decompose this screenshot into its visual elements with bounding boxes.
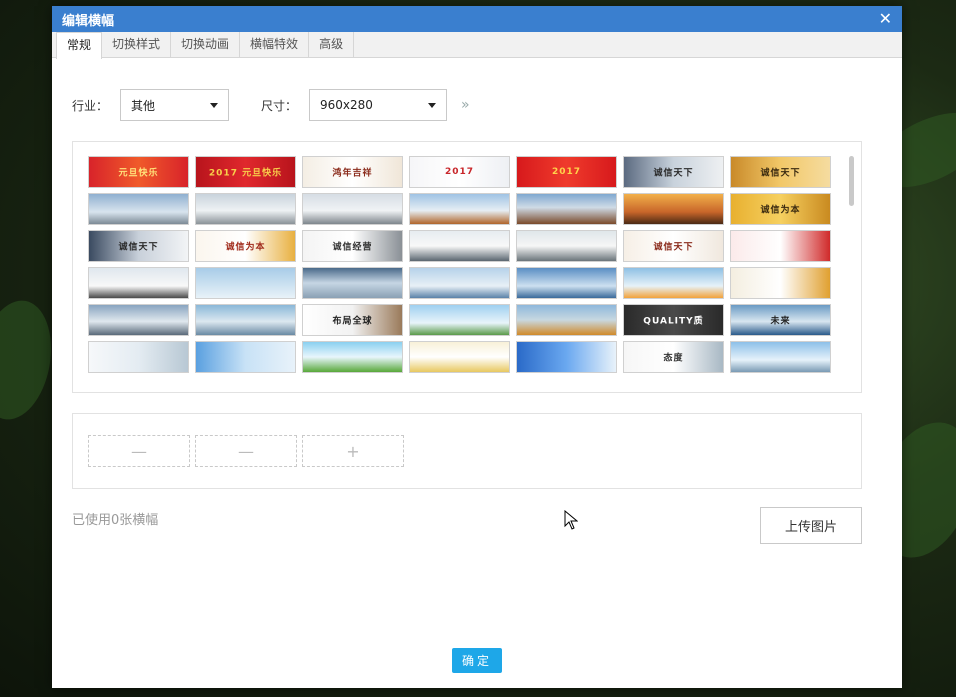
banner-thumbnail-text: 鸿年吉祥 — [332, 168, 373, 179]
banner-thumbnail[interactable]: 诚信天下 — [623, 156, 724, 188]
tab-4[interactable]: 高级 — [309, 32, 355, 58]
banner-thumbnail[interactable] — [409, 230, 510, 262]
banner-thumbnail[interactable] — [516, 193, 617, 225]
banner-editor-dialog: 编辑横幅 ✕ 常规 切换样式 切换动画 横幅特效 高级 行业： 其他 尺寸： 960x2… — [52, 6, 902, 688]
banner-thumbnail[interactable] — [195, 267, 296, 299]
gallery-scrollbar[interactable] — [849, 156, 854, 206]
banner-thumbnail[interactable]: 诚信为本 — [730, 193, 831, 225]
banner-thumbnail-text: 诚信为本 — [225, 242, 266, 253]
banner-thumbnail-text: 未来 — [770, 316, 791, 327]
banner-thumbnail-text: 元旦快乐 — [118, 168, 159, 179]
chevron-down-icon — [210, 102, 219, 108]
banner-thumbnail[interactable] — [730, 267, 831, 299]
banner-thumbnail-text: 诚信天下 — [653, 242, 694, 253]
banner-thumbnail[interactable] — [195, 193, 296, 225]
dialog-title: 编辑横幅 — [62, 13, 115, 29]
banner-thumbnail[interactable] — [516, 230, 617, 262]
banner-thumbnail-text: QUALITY质 — [643, 316, 704, 327]
banner-thumbnail[interactable]: 2017 元旦快乐 — [195, 156, 296, 188]
banner-thumbnail-text: 诚信为本 — [760, 205, 801, 216]
banner-thumbnail[interactable]: 鸿年吉祥 — [302, 156, 403, 188]
banner-thumbnail[interactable]: 诚信天下 — [88, 230, 189, 262]
banner-thumbnail-text: 2017 — [444, 167, 475, 177]
upload-image-button[interactable]: 上传图片 — [760, 507, 862, 544]
banner-thumbnail[interactable]: 诚信天下 — [730, 156, 831, 188]
size-select[interactable]: 960x280 — [309, 89, 448, 121]
banner-thumbnail[interactable] — [302, 267, 403, 299]
banner-thumbnail[interactable] — [195, 304, 296, 336]
banner-thumbnail[interactable]: 诚信天下 — [623, 230, 724, 262]
banner-thumbnail[interactable] — [516, 304, 617, 336]
dialog-titlebar: 编辑横幅 ✕ — [52, 6, 902, 32]
banner-thumbnail[interactable]: QUALITY质 — [623, 304, 724, 336]
banner-thumbnail[interactable]: 元旦快乐 — [88, 156, 189, 188]
banner-slot[interactable]: — — [195, 435, 297, 467]
banner-thumbnail[interactable] — [409, 193, 510, 225]
banner-thumbnail[interactable]: 诚信经营 — [302, 230, 403, 262]
industry-select[interactable]: 其他 — [120, 89, 230, 121]
close-icon[interactable]: ✕ — [879, 11, 892, 27]
banner-thumbnail[interactable] — [302, 193, 403, 225]
banner-thumbnail[interactable] — [88, 267, 189, 299]
banner-thumbnail[interactable]: 未来 — [730, 304, 831, 336]
banner-thumbnail[interactable] — [409, 304, 510, 336]
industry-select-value: 其他 — [131, 98, 156, 113]
tab-3[interactable]: 横幅特效 — [240, 32, 310, 58]
banner-thumbnail-text: 态度 — [663, 353, 684, 364]
size-select-value: 960x280 — [320, 98, 373, 112]
chevron-down-icon — [428, 102, 437, 108]
banner-thumbnail[interactable] — [730, 230, 831, 262]
banner-thumbnail-text: 诚信天下 — [653, 168, 694, 179]
banner-thumbnail-text: 诚信经营 — [332, 242, 373, 253]
banner-thumbnail[interactable]: 布局全球 — [302, 304, 403, 336]
filter-row: 行业： 其他 尺寸： 960x280 » — [72, 89, 470, 121]
double-chevron-right-icon[interactable]: » — [461, 97, 470, 113]
banner-thumbnail[interactable] — [623, 267, 724, 299]
banner-slot[interactable]: — — [88, 435, 190, 467]
tab-0[interactable]: 常规 — [56, 32, 103, 59]
banner-thumbnail[interactable] — [302, 341, 403, 373]
banner-thumbnail[interactable] — [730, 341, 831, 373]
banner-thumbnail-text: 2017 元旦快乐 — [208, 168, 283, 179]
tab-bar: 常规 切换样式 切换动画 横幅特效 高级 — [52, 32, 902, 59]
banner-thumbnail-text: 诚信天下 — [118, 242, 159, 253]
banner-thumbnail[interactable] — [623, 193, 724, 225]
banner-thumbnail[interactable] — [88, 341, 189, 373]
tab-1[interactable]: 切换样式 — [102, 32, 172, 58]
banner-template-gallery: 元旦快乐 2017 元旦快乐 鸿年吉祥 2017 2017 诚信天下 诚信天下 诚信为本 诚信天… — [72, 141, 862, 393]
banner-thumbnail[interactable] — [88, 193, 189, 225]
add-banner-slot[interactable]: + — [302, 435, 404, 467]
banner-thumbnail[interactable] — [409, 341, 510, 373]
industry-label: 行业： — [72, 98, 109, 113]
size-label: 尺寸： — [261, 98, 298, 113]
banner-thumbnail[interactable]: 2017 — [409, 156, 510, 188]
tab-2[interactable]: 切换动画 — [171, 32, 241, 58]
banner-thumbnail[interactable] — [88, 304, 189, 336]
banner-thumbnail[interactable] — [516, 341, 617, 373]
banner-thumbnail-text: 布局全球 — [332, 316, 373, 327]
banner-thumbnail[interactable] — [409, 267, 510, 299]
banner-thumbnail[interactable]: 2017 — [516, 156, 617, 188]
banner-thumbnail[interactable]: 态度 — [623, 341, 724, 373]
used-count-text: 已使用0张横幅 — [72, 513, 159, 528]
confirm-button[interactable]: 确定 — [452, 648, 502, 673]
thumbnail-grid: 元旦快乐 2017 元旦快乐 鸿年吉祥 2017 2017 诚信天下 诚信天下 诚信为本 诚信天… — [88, 156, 861, 373]
banner-thumbnail[interactable] — [516, 267, 617, 299]
banner-thumbnail[interactable]: 诚信为本 — [195, 230, 296, 262]
mouse-cursor-icon — [564, 510, 578, 530]
selected-banners-area: — — + — [72, 413, 862, 489]
banner-thumbnail-text: 2017 — [551, 167, 582, 177]
banner-thumbnail[interactable] — [195, 341, 296, 373]
banner-thumbnail-text: 诚信天下 — [760, 168, 801, 179]
